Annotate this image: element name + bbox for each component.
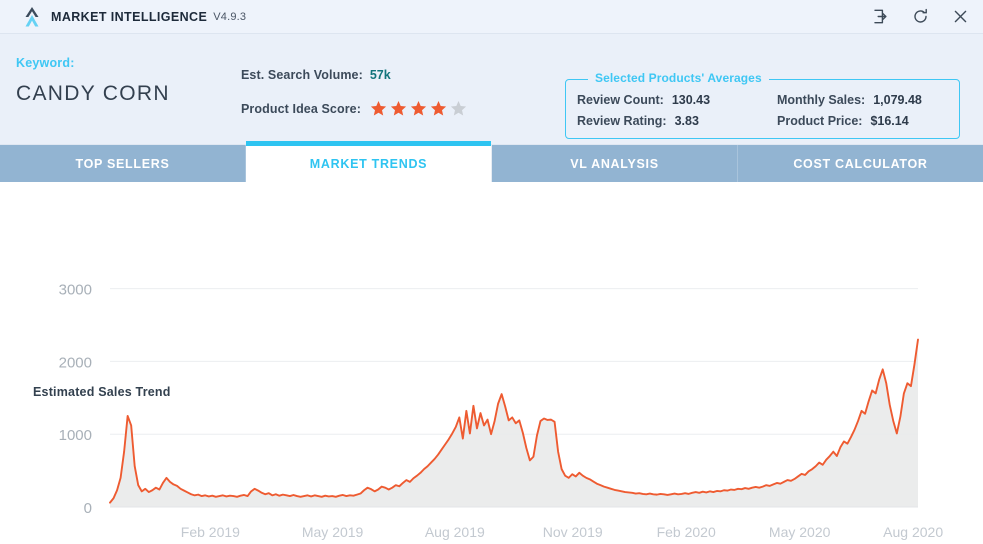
keyword-value: CANDY CORN xyxy=(16,82,170,105)
x-axis-tick: Aug 2020 xyxy=(883,524,943,540)
y-axis-tick: 0 xyxy=(84,500,92,517)
average-item: Monthly Sales: 1,079.48 xyxy=(777,89,953,110)
refresh-icon[interactable] xyxy=(907,4,933,30)
x-axis-tick: Nov 2019 xyxy=(543,524,603,540)
keyword-block: Keyword: CANDY CORN xyxy=(16,56,170,106)
average-label: Product Price: xyxy=(777,113,863,128)
title-bar: MARKET INTELLIGENCE V4.9.3 xyxy=(0,0,983,34)
market-trends-panel: Estimated Sales Trend 0 1000 2000 3000 Feb 2… xyxy=(0,182,983,544)
average-label: Review Rating: xyxy=(577,113,667,128)
star-empty-icon xyxy=(450,101,467,116)
x-axis-tick: May 2019 xyxy=(302,524,364,540)
x-axis-tick: Aug 2019 xyxy=(425,524,485,540)
tab-top-sellers[interactable]: TOP SELLERS xyxy=(0,145,246,182)
tab-cost-calculator[interactable]: COST CALCULATOR xyxy=(738,145,983,182)
average-item: Product Price: $16.14 xyxy=(777,110,953,131)
tab-market-trends[interactable]: MARKET TRENDS xyxy=(246,141,492,182)
averages-legend: Selected Products' Averages xyxy=(588,71,769,85)
series-area-fill xyxy=(110,339,918,507)
average-item: Review Count: 130.43 xyxy=(577,89,777,110)
keyword-label: Keyword: xyxy=(16,56,75,70)
y-axis-tick: 3000 xyxy=(59,282,92,299)
estimated-sales-trend-chart: 0 1000 2000 3000 Feb 2019 May 2019 Aug 2019 Nov… xyxy=(0,182,983,544)
average-label: Monthly Sales: xyxy=(777,92,866,107)
average-value: 1,079.48 xyxy=(873,92,922,107)
y-axis-tick: 2000 xyxy=(59,354,92,371)
averages-grid: Review Count: 130.43 Monthly Sales: 1,07… xyxy=(577,89,953,131)
idea-score-label: Product Idea Score: xyxy=(241,101,361,116)
x-axis-tick: Feb 2019 xyxy=(181,524,240,540)
search-volume-row: Est. Search Volume: 57k xyxy=(241,62,467,87)
summary-header: Keyword: CANDY CORN Est. Search Volume: … xyxy=(0,34,983,145)
search-volume-value: 57k xyxy=(369,67,391,82)
idea-score-row: Product Idea Score: xyxy=(241,96,467,121)
market-intelligence-app: MARKET INTELLIGENCE V4.9.3 Keyword: CAND… xyxy=(0,0,983,544)
average-value: 130.43 xyxy=(671,92,711,107)
star-filled-icon xyxy=(390,101,407,116)
averages-panel: Selected Products' Averages Review Count… xyxy=(565,71,960,139)
tab-bar: TOP SELLERS MARKET TRENDS VL ANALYSIS CO… xyxy=(0,141,983,182)
app-logo-icon xyxy=(22,6,42,28)
x-axis-tick: Feb 2020 xyxy=(657,524,716,540)
average-value: 3.83 xyxy=(674,113,699,128)
star-filled-icon xyxy=(410,101,427,116)
average-value: $16.14 xyxy=(870,113,909,128)
star-filled-icon xyxy=(370,101,387,116)
window-controls xyxy=(867,0,973,33)
app-title: MARKET INTELLIGENCE xyxy=(51,9,208,24)
tab-vl-analysis[interactable]: VL ANALYSIS xyxy=(492,145,738,182)
idea-score-stars xyxy=(370,100,467,117)
keyword-stats: Est. Search Volume: 57k Product Idea Sco… xyxy=(241,62,467,121)
star-filled-icon xyxy=(430,101,447,116)
sign-in-icon[interactable] xyxy=(867,4,893,30)
close-icon[interactable] xyxy=(947,4,973,30)
y-axis-tick: 1000 xyxy=(59,427,92,444)
search-volume-label: Est. Search Volume: xyxy=(241,67,363,82)
app-version: V4.9.3 xyxy=(213,10,247,23)
average-item: Review Rating: 3.83 xyxy=(577,110,777,131)
average-label: Review Count: xyxy=(577,92,664,107)
x-axis-tick: May 2020 xyxy=(769,524,831,540)
